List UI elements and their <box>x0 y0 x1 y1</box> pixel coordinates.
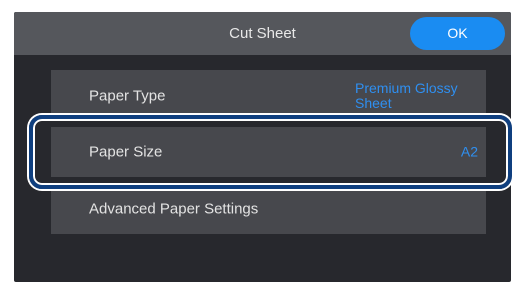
paper-type-value: Premium Glossy Sheet <box>355 79 458 111</box>
header-bar: Cut Sheet OK <box>14 12 511 55</box>
advanced-paper-settings-row[interactable]: Advanced Paper Settings <box>51 183 486 234</box>
paper-size-row[interactable]: Paper Size A2 <box>51 127 486 177</box>
ok-button[interactable]: OK <box>410 17 505 50</box>
paper-type-row[interactable]: Paper Type Premium Glossy Sheet <box>51 70 486 121</box>
paper-size-label: Paper Size <box>89 143 163 161</box>
screen: Cut Sheet OK Paper Type Premium Glossy S… <box>14 12 511 282</box>
advanced-paper-settings-label: Advanced Paper Settings <box>89 200 259 217</box>
paper-type-label: Paper Type <box>89 87 166 104</box>
paper-size-value: A2 <box>460 143 478 160</box>
